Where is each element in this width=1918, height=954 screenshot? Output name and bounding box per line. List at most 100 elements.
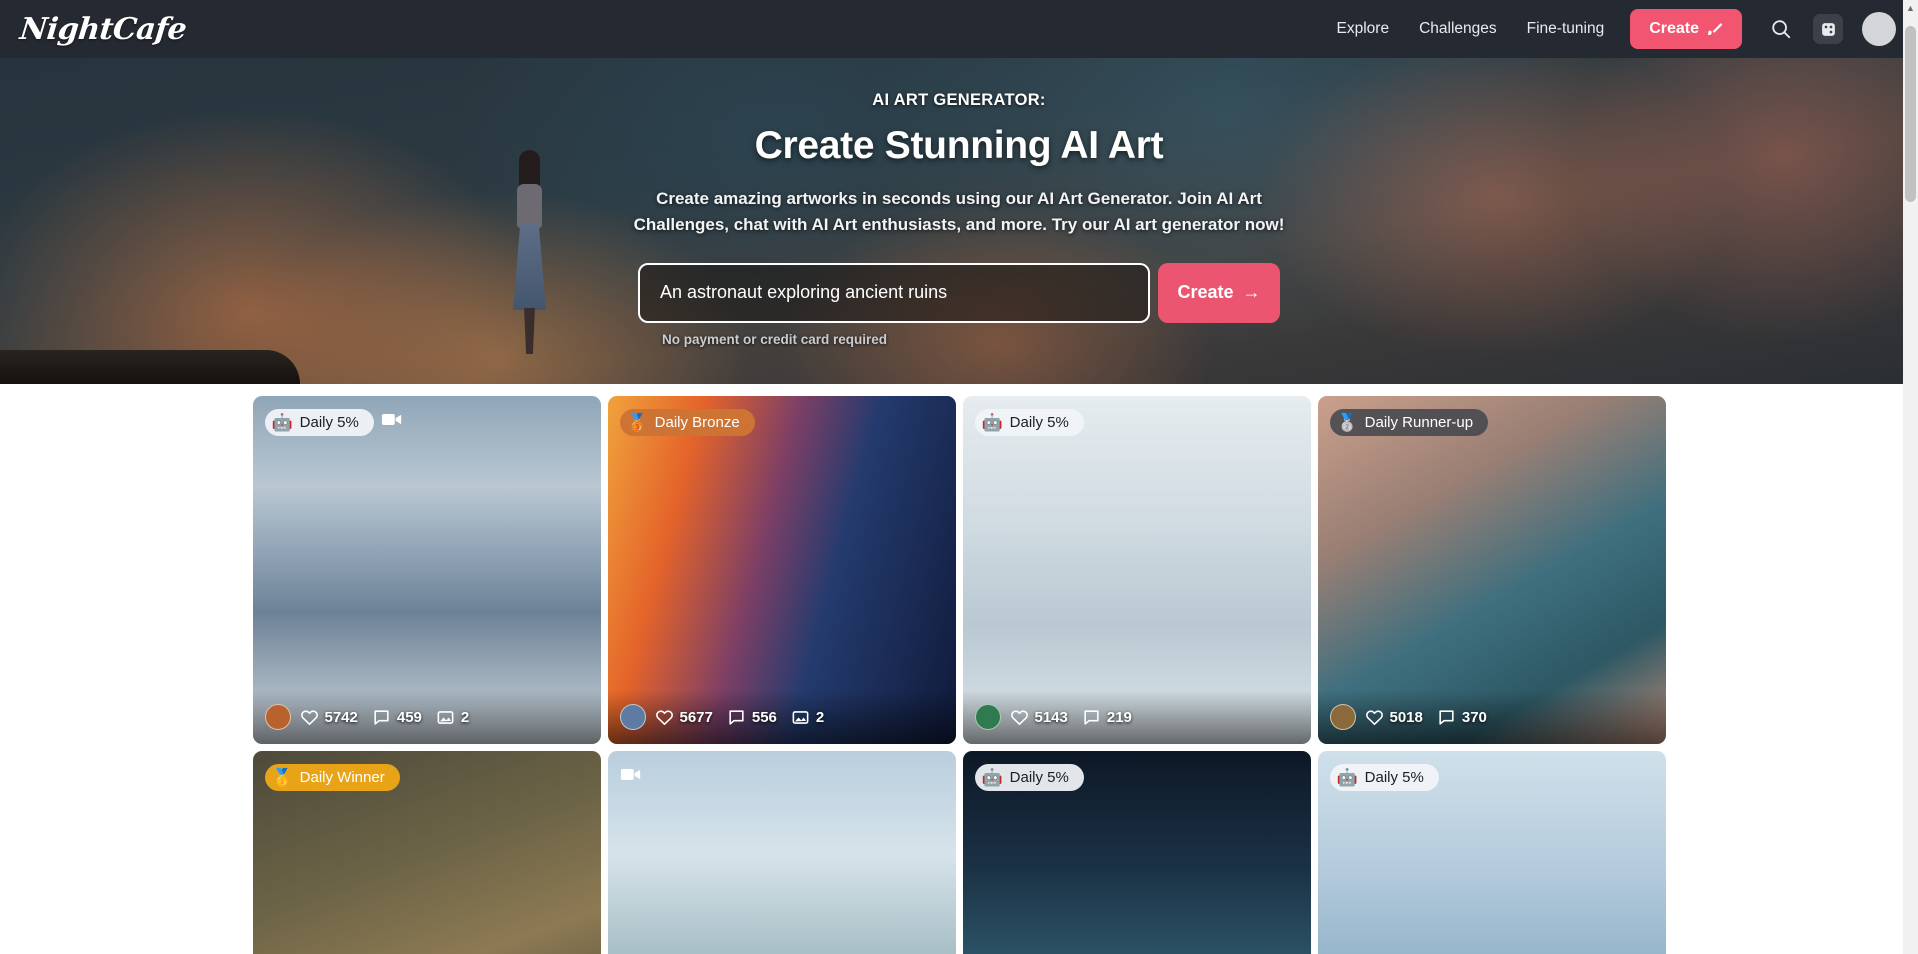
artwork-card[interactable]: 🥉 Daily Bronze 5677 556 2 xyxy=(607,396,956,744)
search-icon xyxy=(1772,20,1791,39)
award-badge[interactable]: 🥈 Daily Runner-up xyxy=(1329,409,1489,436)
award-badge-label: Daily 5% xyxy=(1009,769,1069,786)
award-badge-icon: 🥈 xyxy=(1336,413,1358,432)
award-badge[interactable]: 🥇 Daily Winner xyxy=(264,764,400,791)
award-badge[interactable]: 🤖 Daily 5% xyxy=(264,409,374,436)
prompt-row: Create → xyxy=(638,262,1280,323)
artwork-stats: 5677 556 2 xyxy=(607,690,956,744)
artwork-card[interactable]: 🤖 Daily 5% xyxy=(1317,751,1666,954)
image-count-stat-value: 2 xyxy=(815,708,825,726)
artwork-card[interactable]: 🤖 Daily 5% 5143 219 xyxy=(962,396,1311,744)
navbar-create-label: Create xyxy=(1649,20,1699,37)
random-dice-button[interactable] xyxy=(1813,14,1843,44)
award-badge-label: Daily Bronze xyxy=(654,414,740,431)
heart-icon xyxy=(1365,709,1383,725)
award-badge-label: Daily 5% xyxy=(1009,414,1069,431)
heart-icon xyxy=(655,709,673,725)
image-count-icon xyxy=(437,710,454,724)
artwork-gallery: 🤖 Daily 5% 5742 459 2 🥉 Daily Bronze 5677 556 2 🤖 D… xyxy=(0,384,1918,954)
comment-stat-value: 370 xyxy=(1461,708,1487,726)
artwork-card[interactable]: 🥇 Daily Winner xyxy=(252,751,601,954)
video-icon xyxy=(381,414,401,425)
award-badge-icon: 🤖 xyxy=(981,413,1003,432)
prompt-block: Create → No payment or credit card requi… xyxy=(638,238,1280,347)
award-badge[interactable]: 🤖 Daily 5% xyxy=(974,409,1084,436)
search-button[interactable] xyxy=(1768,16,1794,42)
hero-subtitle: Create amazing artworks in seconds using… xyxy=(633,189,1285,234)
comment-stat-value: 219 xyxy=(1106,708,1132,726)
hero-cliff-silhouette xyxy=(0,350,300,384)
comment-icon xyxy=(1084,709,1099,725)
heart-icon xyxy=(1010,709,1028,725)
heart-icon xyxy=(300,709,318,725)
image-count-stat[interactable]: 2 xyxy=(436,708,469,727)
artwork-card[interactable]: 🤖 Daily 5% 5742 459 2 xyxy=(252,396,601,744)
like-stat-value: 5742 xyxy=(324,708,358,726)
artwork-stats: 5143 219 xyxy=(962,690,1311,744)
comment-icon xyxy=(1439,709,1454,725)
creator-avatar[interactable] xyxy=(264,704,291,730)
image-count-stat[interactable]: 2 xyxy=(791,708,824,727)
navbar-icon-group xyxy=(1768,12,1896,46)
creator-avatar[interactable] xyxy=(619,704,646,730)
hero-section: AI ART GENERATOR: Create Stunning AI Art… xyxy=(0,58,1918,384)
top-navbar: NightCafe Explore Challenges Fine-tuning… xyxy=(0,0,1918,58)
comment-stat[interactable]: 556 xyxy=(727,708,777,727)
artwork-card[interactable]: 🥈 Daily Runner-up 5018 370 xyxy=(1317,396,1666,744)
like-stat-value: 5677 xyxy=(679,708,713,726)
award-badge[interactable]: 🤖 Daily 5% xyxy=(974,764,1084,791)
hero-title: Create Stunning AI Art xyxy=(754,124,1164,167)
nav-links: Explore Challenges Fine-tuning xyxy=(1337,20,1605,38)
artwork-card[interactable]: 🤖 Daily 5% xyxy=(962,751,1311,954)
nav-link-explore[interactable]: Explore xyxy=(1337,20,1390,38)
award-badge[interactable]: 🥉 Daily Bronze xyxy=(619,409,755,436)
artwork-stats: 5018 370 xyxy=(1317,690,1666,744)
comment-stat-value: 556 xyxy=(751,708,777,726)
like-stat-value: 5018 xyxy=(1389,708,1423,726)
award-badge-icon: 🥇 xyxy=(271,768,293,787)
comment-stat[interactable]: 370 xyxy=(1437,708,1487,727)
prompt-input[interactable] xyxy=(638,262,1150,323)
artwork-thumbnail xyxy=(607,751,956,954)
artwork-stats: 5742 459 2 xyxy=(252,690,601,744)
award-badge-label: Daily 5% xyxy=(1364,769,1424,786)
dice-icon xyxy=(1821,22,1835,36)
comment-icon xyxy=(729,709,744,725)
hero-content: AI ART GENERATOR: Create Stunning AI Art… xyxy=(0,58,1918,347)
hero-create-button[interactable]: Create → xyxy=(1158,262,1280,323)
video-indicator xyxy=(620,767,642,782)
navbar-create-button[interactable]: Create xyxy=(1630,9,1742,49)
award-badge-icon: 🥉 xyxy=(626,413,648,432)
image-count-stat-value: 2 xyxy=(460,708,470,726)
like-stat[interactable]: 5742 xyxy=(300,708,358,727)
scrollbar-thumb[interactable] xyxy=(1905,26,1916,202)
creator-avatar[interactable] xyxy=(1329,704,1356,730)
comment-stat[interactable]: 219 xyxy=(1082,708,1132,727)
comment-stat-value: 459 xyxy=(396,708,422,726)
user-avatar[interactable] xyxy=(1862,12,1896,46)
artwork-card[interactable] xyxy=(607,751,956,954)
like-stat[interactable]: 5018 xyxy=(1365,708,1423,727)
scroll-up-arrow[interactable]: ▲ xyxy=(1903,0,1918,16)
image-count-icon xyxy=(792,710,809,724)
like-stat-value: 5143 xyxy=(1034,708,1068,726)
artwork-grid: 🤖 Daily 5% 5742 459 2 🥉 Daily Bronze 5677 556 2 🤖 D… xyxy=(0,396,1918,954)
hero-disclaimer: No payment or credit card required xyxy=(662,331,888,347)
award-badge-label: Daily Runner-up xyxy=(1364,414,1474,431)
comment-icon xyxy=(374,709,389,725)
creator-avatar[interactable] xyxy=(974,704,1001,730)
award-badge-label: Daily Winner xyxy=(299,769,385,786)
arrow-right-icon: → xyxy=(1242,282,1261,303)
award-badge[interactable]: 🤖 Daily 5% xyxy=(1329,764,1439,791)
award-badge-icon: 🤖 xyxy=(1336,768,1358,787)
comment-stat[interactable]: 459 xyxy=(372,708,422,727)
paintbrush-icon xyxy=(1707,23,1723,35)
hero-eyebrow: AI ART GENERATOR: xyxy=(872,91,1046,109)
award-badge-icon: 🤖 xyxy=(981,768,1003,787)
page-scrollbar[interactable]: ▲ xyxy=(1903,0,1918,954)
nightcafe-logo[interactable]: NightCafe xyxy=(18,12,188,47)
nav-link-fine-tuning[interactable]: Fine-tuning xyxy=(1527,20,1605,38)
nav-link-challenges[interactable]: Challenges xyxy=(1419,20,1497,38)
like-stat[interactable]: 5143 xyxy=(1010,708,1068,727)
like-stat[interactable]: 5677 xyxy=(655,708,713,727)
